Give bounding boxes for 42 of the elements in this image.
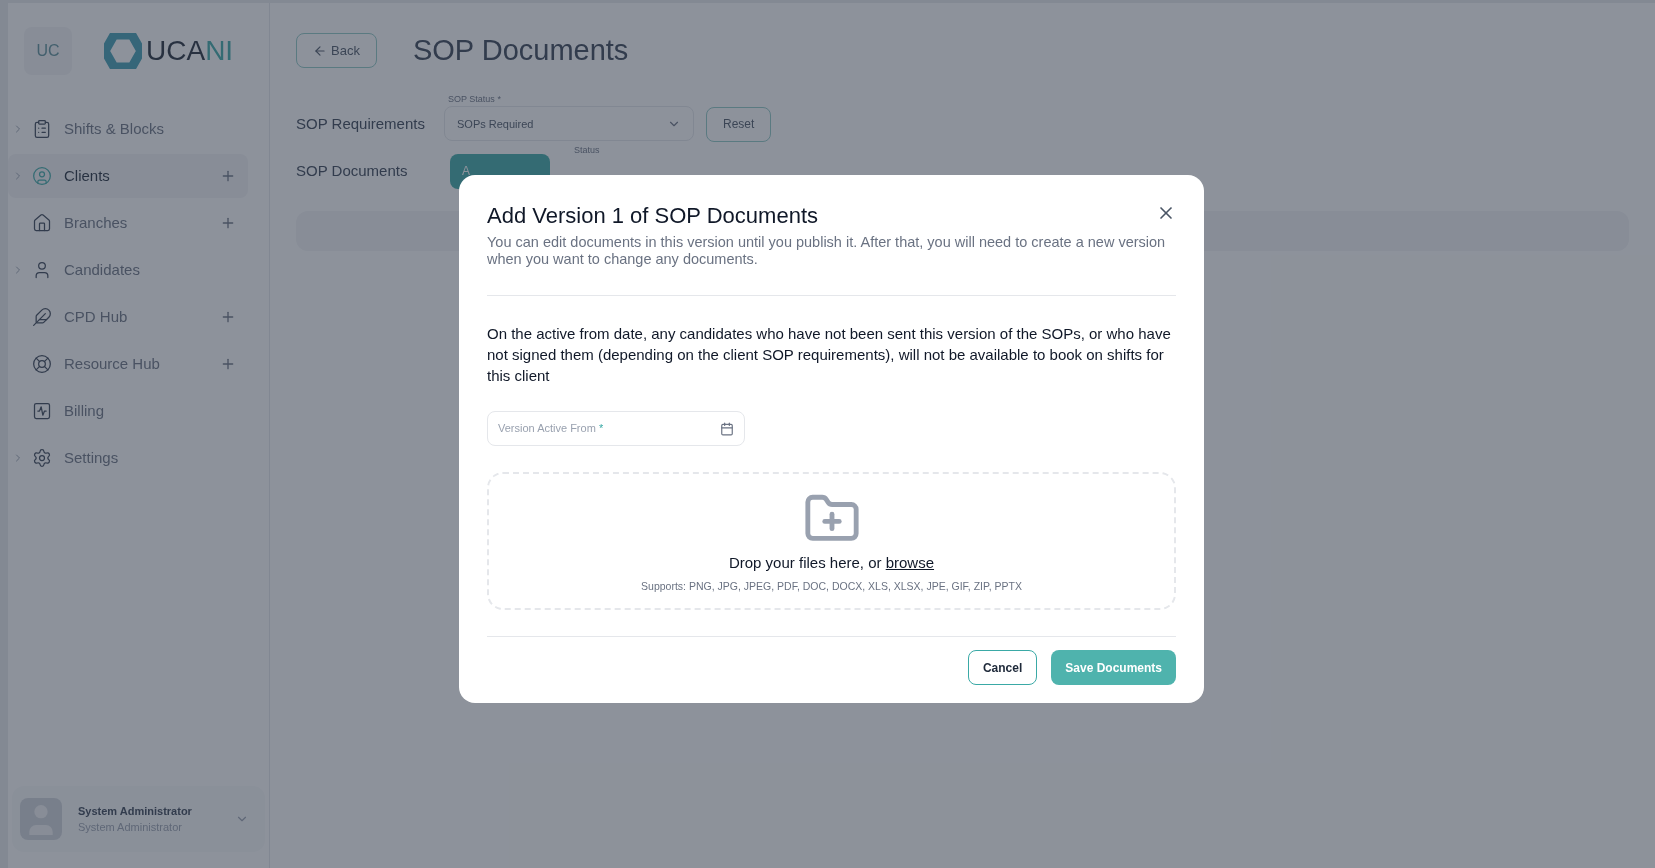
supported-formats: Supports: PNG, JPG, JPEG, PDF, DOC, DOCX, XLS, XLSX, JPE, GIF, ZIP, PPTX — [641, 578, 1022, 594]
plus-icon[interactable] — [220, 356, 236, 372]
sidebar-item[interactable]: Branches — [8, 201, 248, 245]
hexagon-logo-icon — [104, 33, 142, 69]
sidebar-item[interactable]: Shifts & Blocks — [8, 107, 248, 151]
user-name: System Administrator — [78, 803, 193, 819]
reset-button[interactable]: Reset — [706, 106, 772, 142]
page-title: SOP Documents — [412, 33, 629, 68]
sidebar-item[interactable]: CPD Hub — [8, 295, 248, 339]
sidebar-item[interactable]: Resource Hub — [8, 342, 248, 386]
plus-icon[interactable] — [220, 309, 236, 325]
field-label: SOP Status * — [448, 92, 502, 106]
field-label: Status — [574, 144, 600, 158]
modal-subtitle: You can edit documents in this version until you publish it. After that, you will need to create a new version when you want to change any documents. — [487, 234, 1167, 268]
section-label: SOP Requirements — [296, 113, 426, 134]
chart-square-icon — [32, 401, 52, 421]
user-circle-icon — [32, 166, 52, 186]
date-field[interactable]: Version Active From * — [487, 411, 745, 446]
feather-icon — [32, 307, 52, 327]
sidebar-item[interactable]: Settings — [8, 436, 248, 480]
save-button[interactable]: Save Documents — [1051, 650, 1176, 685]
dropzone-text: Drop your files here, or browse — [728, 553, 935, 573]
section-label: SOP Documents — [296, 160, 409, 181]
sidebar-item[interactable]: Billing — [8, 389, 248, 433]
clipboard-icon — [32, 119, 52, 139]
house-icon — [32, 213, 52, 233]
file-dropzone[interactable]: Drop your files here, or browse Supports: PNG, JPG, JPEG, PDF, DOC, DOCX, XLS, XLSX, JPE, GIF, ZIP, PPTX — [487, 472, 1176, 610]
cancel-button[interactable]: Cancel — [967, 650, 1038, 685]
back-button[interactable]: Back — [296, 33, 377, 69]
settings-icon — [32, 448, 52, 468]
sidebar-item[interactable]: Candidates — [8, 248, 248, 292]
status-select[interactable]: SOPs Required — [444, 106, 694, 142]
avatar-initials: UC — [24, 27, 72, 75]
browse-link[interactable]: browse — [885, 554, 935, 571]
logo-text: UCANI — [146, 34, 234, 68]
modal-title: Add Version 1 of SOP Documents — [487, 202, 818, 230]
calendar-icon[interactable] — [720, 421, 734, 436]
notice-text: On the active from date, any candidates who have not been sent this version of the SOPs, or who have not signed them (depending on the client SOP requirements), will not be available to book on shifts for this client — [487, 324, 1172, 386]
plus-icon[interactable] — [220, 215, 236, 231]
plus-icon[interactable] — [220, 168, 236, 184]
lifebuoy-icon — [32, 354, 52, 374]
sidebar-item[interactable]: Clients — [8, 154, 248, 198]
